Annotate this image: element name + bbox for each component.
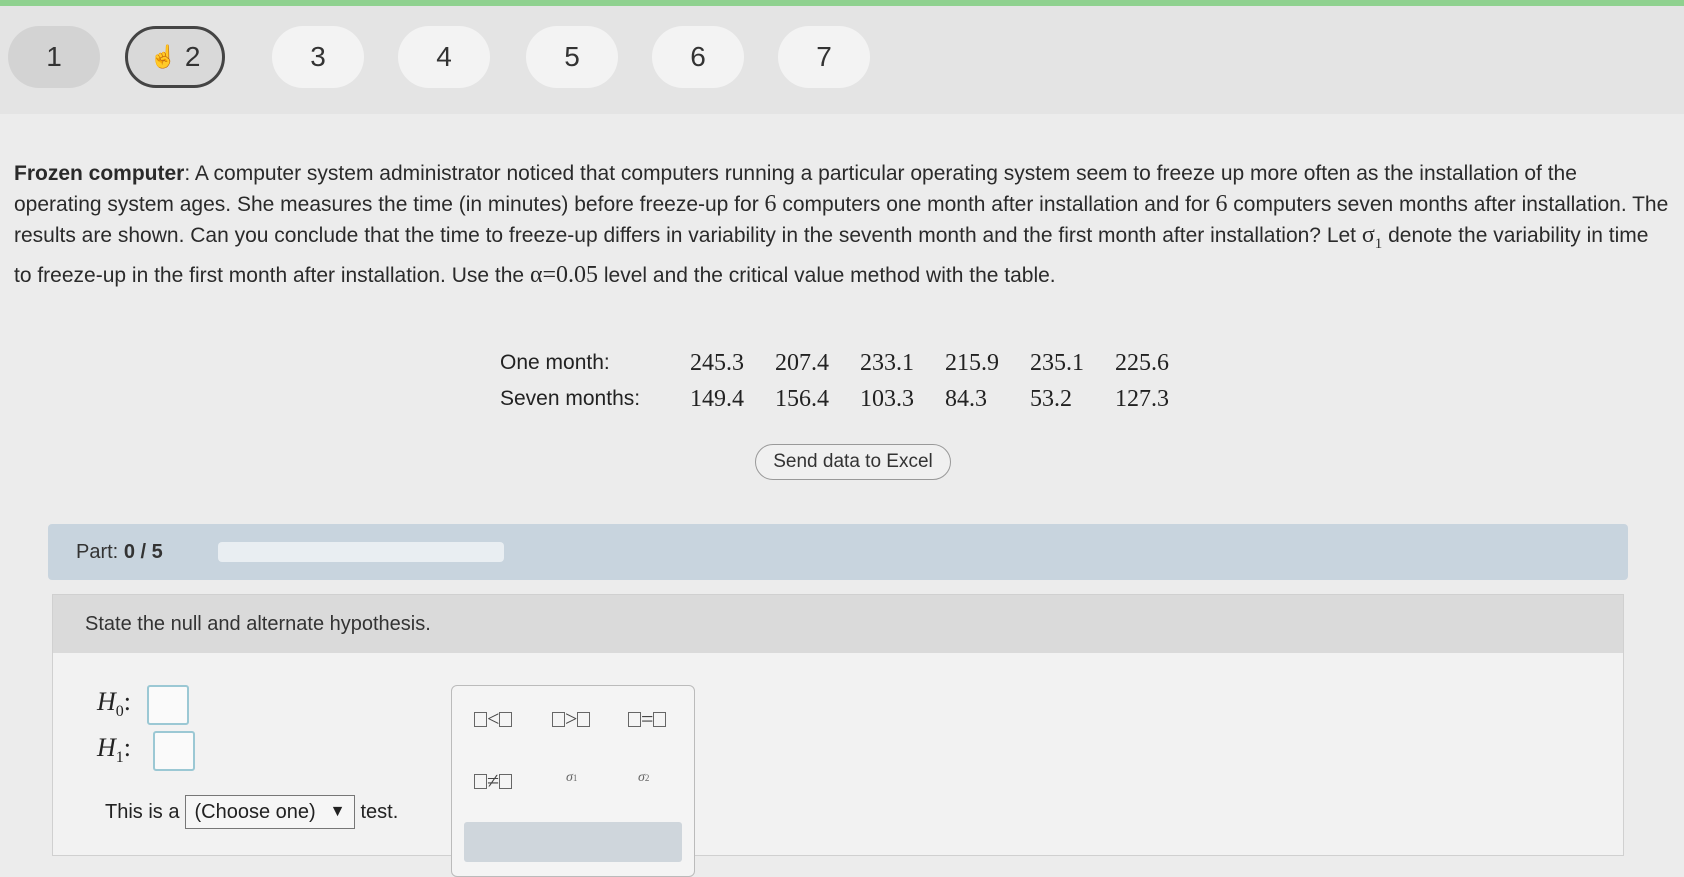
symbol-palette: < > = ≠ σ1 σ2 (451, 685, 695, 877)
sigma-symbol: σ1 (1361, 222, 1383, 252)
this-is-a-label: This is a (105, 800, 180, 823)
table-cell: 225.6 (1115, 349, 1169, 376)
question-tab-label: 7 (816, 41, 832, 72)
table-cell: 53.2 (1030, 385, 1072, 412)
problem-title: Frozen computer (14, 162, 185, 185)
question-tab-6[interactable]: 6 (652, 26, 744, 88)
table-row: One month: 245.3 207.4 233.1 215.9 235.1… (500, 345, 1200, 381)
table-cell: 207.4 (775, 349, 829, 376)
question-tab-label: 6 (690, 41, 706, 72)
table-cell: 156.4 (775, 385, 829, 412)
problem-text: computers one month after installation a… (776, 193, 1216, 216)
question-tab-3[interactable]: 3 (272, 26, 364, 88)
table-cell: 149.4 (690, 385, 744, 412)
question-tab-label: 3 (310, 41, 326, 72)
progress-track (218, 542, 504, 562)
h0-input[interactable] (147, 685, 189, 725)
question-tab-label: 4 (436, 41, 452, 72)
question-tab-5[interactable]: 5 (526, 26, 618, 88)
row-label: Seven months: (500, 387, 641, 410)
less-than-button[interactable]: < (474, 706, 513, 732)
h1-input[interactable] (153, 731, 195, 771)
table-cell: 235.1 (1030, 349, 1084, 376)
greater-than-button[interactable]: > (552, 706, 591, 732)
question-tab-4[interactable]: 4 (398, 26, 490, 88)
h0-label: H0: (97, 687, 132, 721)
hand-cursor-icon: ☝ (149, 44, 177, 69)
palette-action-bar (464, 822, 682, 862)
table-cell: 84.3 (945, 385, 987, 412)
data-table: One month: 245.3 207.4 233.1 215.9 235.1… (500, 345, 1200, 417)
instruction-text: State the null and alternate hypothesis. (53, 595, 1623, 653)
test-label: test. (360, 800, 399, 823)
question-nav: 1 ☝ 2 3 4 5 6 7 (0, 6, 1684, 114)
test-type-row: This is a (Choose one) ▼ test. (105, 795, 398, 829)
dropdown-arrow-icon: ▼ (329, 803, 346, 820)
equals-button[interactable]: = (628, 706, 667, 732)
question-tab-label: 1 (46, 41, 62, 72)
problem-statement: Frozen computer: A computer system admin… (14, 158, 1669, 291)
question-tab-1[interactable]: 1 (8, 26, 100, 88)
sigma1-button[interactable]: σ1 (566, 770, 577, 786)
question-tab-7[interactable]: 7 (778, 26, 870, 88)
h1-label: H1: (97, 733, 132, 767)
not-equal-button[interactable]: ≠ (474, 768, 513, 794)
part-progress-bar: Part: 0 / 5 (48, 524, 1628, 580)
question-tab-label: 5 (564, 41, 580, 72)
sigma2-button[interactable]: σ2 (638, 770, 649, 786)
alpha-level: α=0.05 (529, 261, 599, 288)
table-cell: 215.9 (945, 349, 999, 376)
question-card: State the null and alternate hypothesis.… (52, 594, 1624, 877)
table-row: Seven months: 149.4 156.4 103.3 84.3 53.… (500, 381, 1200, 417)
test-type-select[interactable]: (Choose one) ▼ (185, 795, 355, 829)
send-to-excel-button[interactable]: Send data to Excel (755, 444, 951, 480)
table-cell: 127.3 (1115, 385, 1169, 412)
question-tab-label: 2 (184, 41, 201, 72)
part-label: Part: 0 / 5 (76, 541, 163, 563)
part-progress-text: 0 / 5 (123, 541, 163, 563)
problem-text: level and the critical value method with… (598, 263, 1056, 287)
table-cell: 233.1 (860, 349, 914, 376)
question-tab-2[interactable]: ☝ 2 (125, 26, 225, 88)
row-label: One month: (500, 351, 610, 374)
sample-size-1: 6 (764, 191, 777, 217)
table-cell: 103.3 (860, 385, 914, 412)
sample-size-2: 6 (1215, 191, 1228, 217)
table-cell: 245.3 (690, 349, 744, 376)
